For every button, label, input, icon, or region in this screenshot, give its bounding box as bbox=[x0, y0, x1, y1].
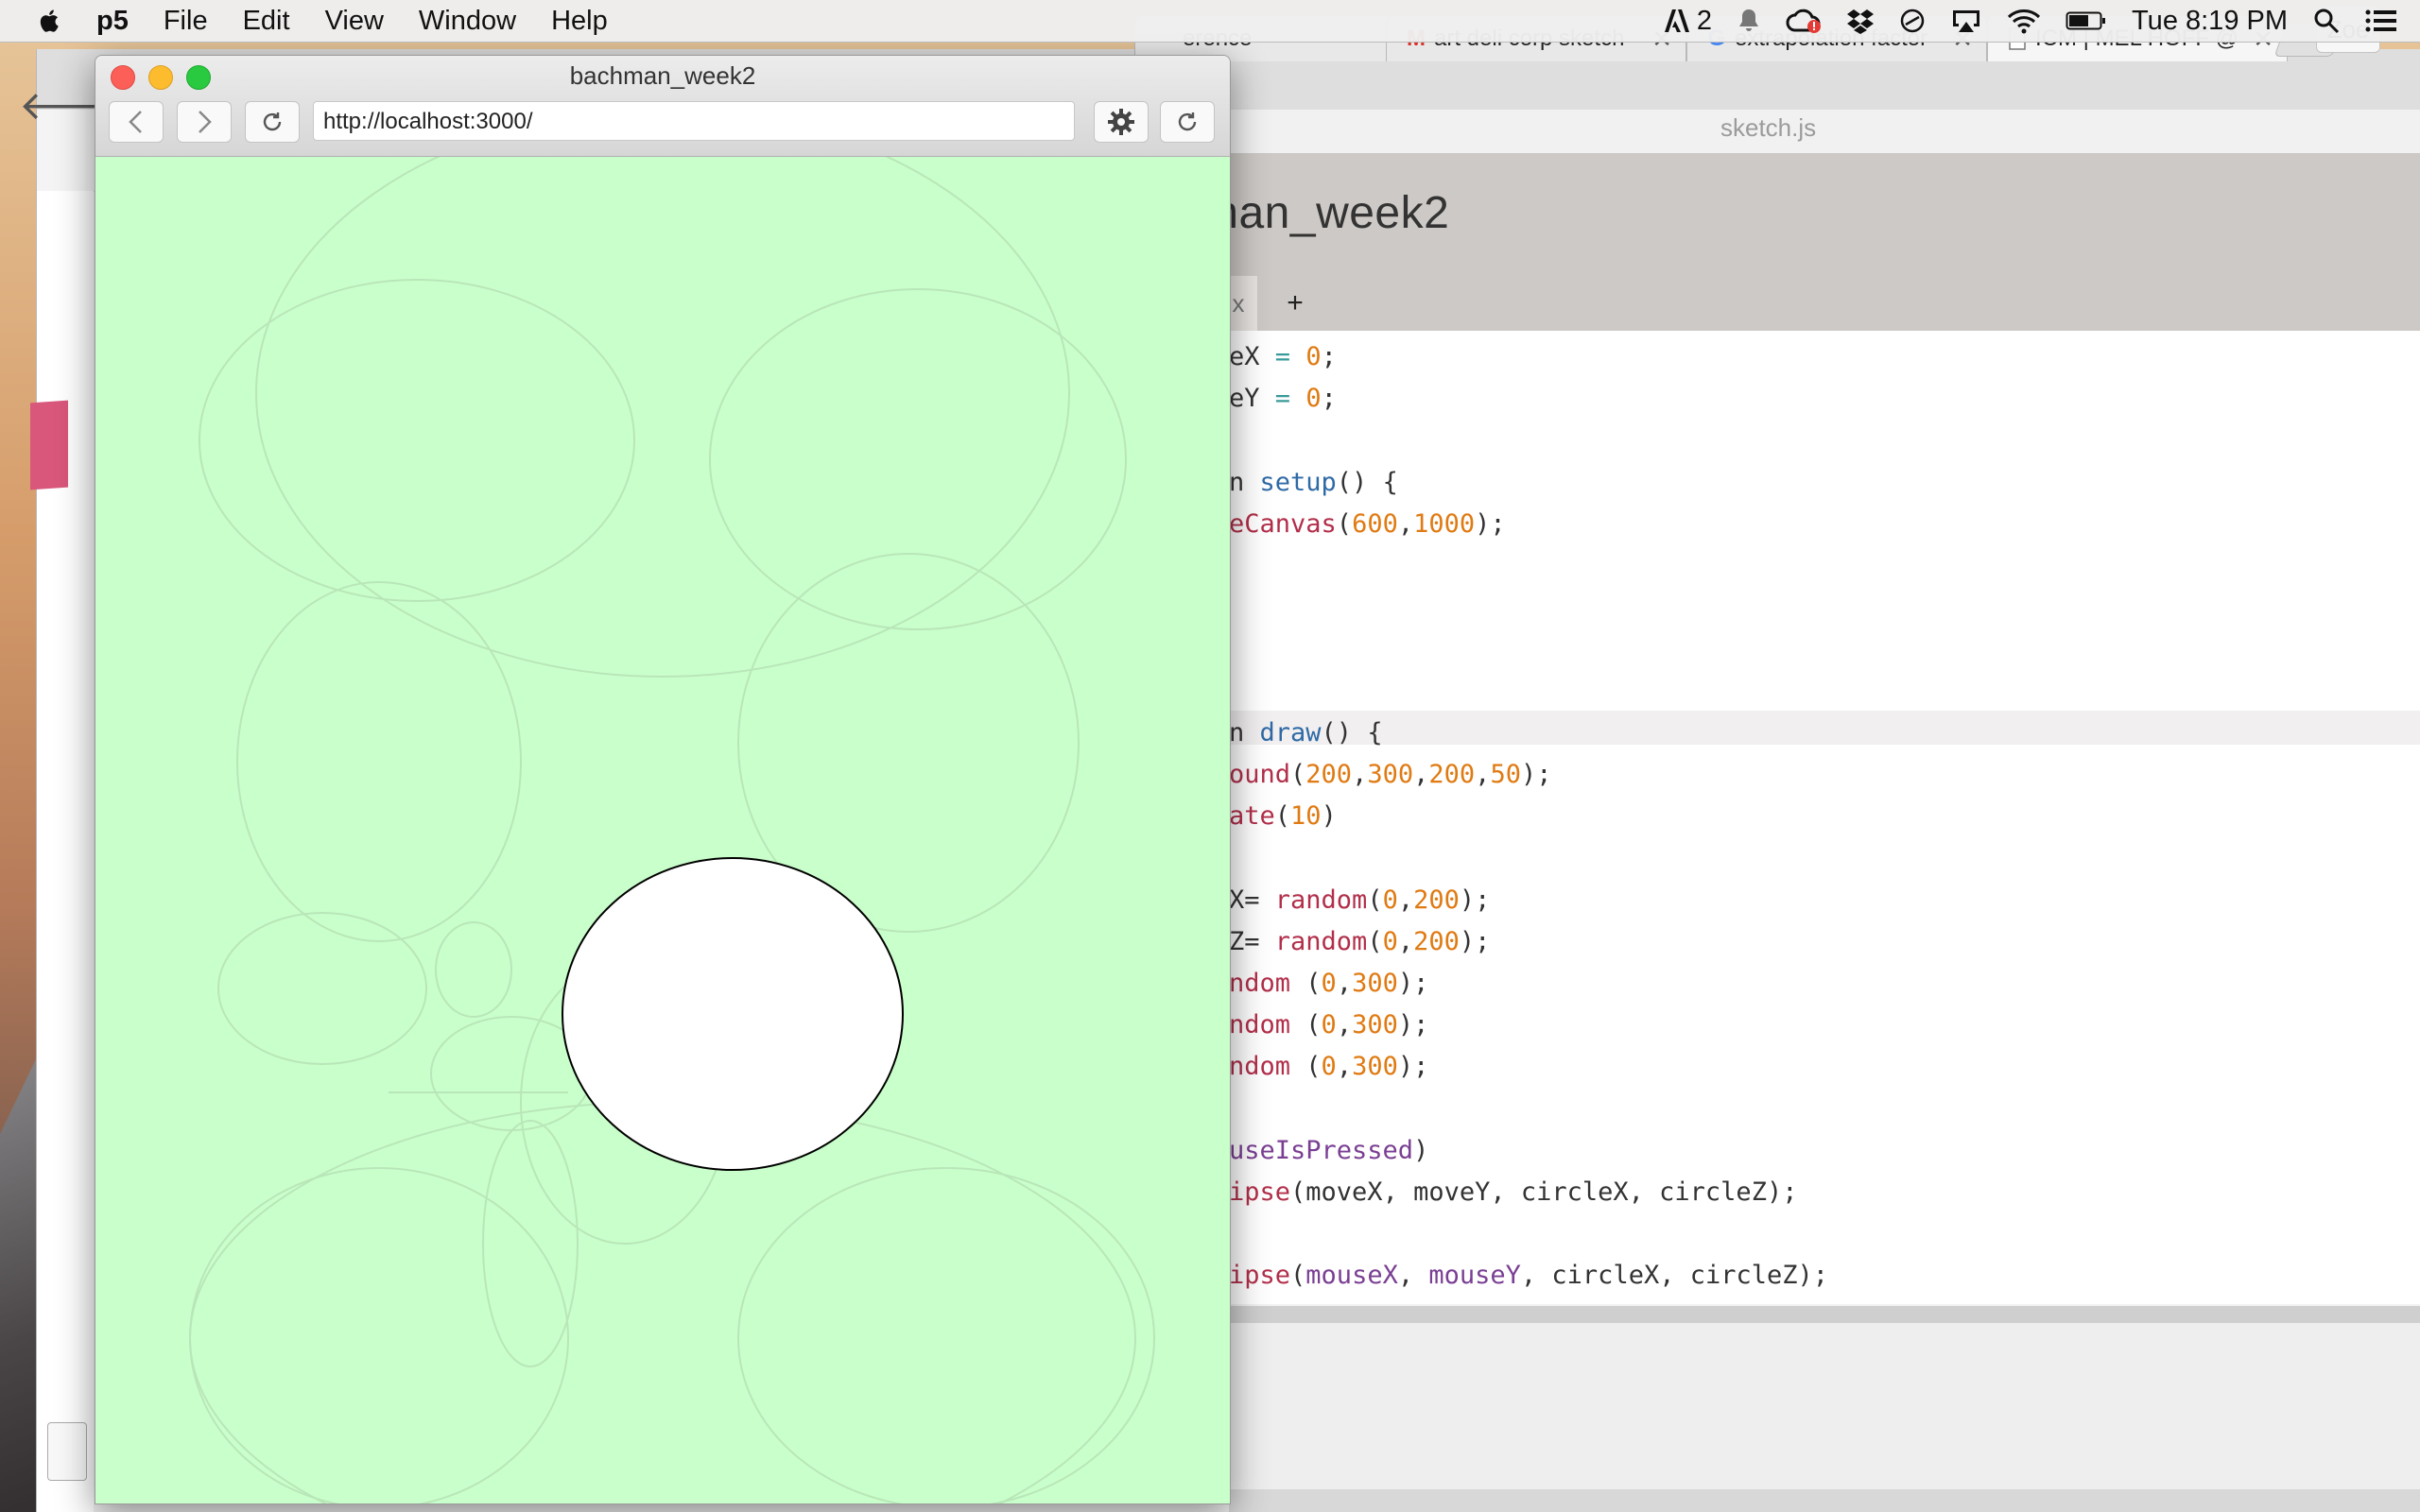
code-line: eY = 0; bbox=[1229, 384, 1337, 414]
wifi-icon[interactable] bbox=[2007, 8, 2041, 34]
sync-icon[interactable] bbox=[1899, 8, 1926, 34]
refresh-button[interactable] bbox=[1160, 101, 1215, 143]
current-line-highlight bbox=[1229, 711, 2420, 745]
chevron-left-icon bbox=[129, 111, 142, 133]
menu-help[interactable]: Help bbox=[551, 6, 608, 37]
back-button[interactable] bbox=[109, 101, 164, 143]
preview-window: bachman_week2 http://localhost:3000/ bbox=[95, 55, 1231, 1504]
editor-scrollbar[interactable] bbox=[1229, 1306, 2420, 1323]
code-line: eCanvas(600,1000); bbox=[1229, 508, 1506, 539]
editor-header bbox=[1229, 153, 2420, 331]
notification-center-icon[interactable] bbox=[2365, 9, 2397, 33]
editor-title-strip bbox=[1229, 110, 2420, 154]
code-line: eX = 0; bbox=[1229, 342, 1337, 371]
menu-app-name[interactable]: p5 bbox=[96, 6, 129, 37]
menu-view[interactable]: View bbox=[325, 6, 384, 37]
editor-filename: sketch.js bbox=[1720, 113, 1817, 142]
adobe-icon bbox=[1664, 9, 1689, 32]
reload-icon bbox=[263, 112, 282, 131]
forward-button[interactable] bbox=[177, 101, 232, 143]
battery-icon[interactable] bbox=[2066, 9, 2107, 32]
code-line: n setup() { bbox=[1229, 467, 1398, 497]
code-line: ndom (0,300); bbox=[1229, 969, 1429, 998]
dropbox-icon[interactable] bbox=[1846, 8, 1875, 34]
spotlight-search-icon[interactable] bbox=[2312, 7, 2341, 35]
menu-bar: p5 File Edit View Window Help 2 Tue 8:19 bbox=[0, 0, 2420, 43]
menubar-clock[interactable]: Tue 8:19 PM bbox=[2132, 6, 2288, 37]
sketch-drawing bbox=[95, 109, 1230, 1503]
code-line: ipse(moveX, moveY, circleX, circleZ); bbox=[1229, 1177, 1798, 1207]
code-line: n draw() { bbox=[1229, 717, 1383, 747]
file-icon[interactable] bbox=[47, 1422, 87, 1481]
code-line: useIsPressed) bbox=[1229, 1135, 1429, 1165]
code-line: ipse(mouseX, mouseY, circleX, circleZ); bbox=[1229, 1261, 1829, 1291]
window-title: bachman_week2 bbox=[569, 61, 756, 90]
code-line: X= random(0,200); bbox=[1229, 885, 1491, 915]
creative-cloud-icon[interactable] bbox=[1786, 8, 1822, 34]
notification-icon[interactable] bbox=[1737, 8, 1761, 34]
status-icons: 2 Tue 8:19 PM bbox=[1663, 0, 2397, 42]
code-line: Z= random(0,200); bbox=[1229, 926, 1491, 956]
code-editor[interactable]: eX = 0; eY = 0; n setup() { eCanvas(600,100… bbox=[1229, 331, 2420, 1304]
code-line: ate(10) bbox=[1229, 801, 1337, 832]
code-line: ound(200,300,200,50); bbox=[1229, 760, 1552, 789]
airplay-icon[interactable] bbox=[1950, 8, 1982, 34]
preview-titlebar: bachman_week2 http://localhost:3000/ bbox=[95, 56, 1230, 157]
adobe-status-item[interactable]: 2 bbox=[1663, 6, 1712, 37]
adobe-count: 2 bbox=[1696, 5, 1713, 36]
menu-window[interactable]: Window bbox=[419, 6, 516, 37]
settings-button[interactable] bbox=[1094, 101, 1149, 143]
sketch-canvas[interactable] bbox=[95, 109, 1230, 1503]
project-title: man_week2 bbox=[1201, 188, 1450, 238]
menu-edit[interactable]: Edit bbox=[243, 6, 290, 37]
gear-icon bbox=[1108, 109, 1134, 135]
refresh-icon bbox=[1178, 112, 1197, 131]
code-line: ndom (0,300); bbox=[1229, 1052, 1429, 1082]
apple-icon[interactable] bbox=[36, 7, 64, 35]
chrome-page-left bbox=[37, 191, 94, 1512]
code-line: ndom (0,300); bbox=[1229, 1010, 1429, 1040]
console-panel bbox=[1229, 1323, 2420, 1489]
console-bottom-bar bbox=[1229, 1489, 2420, 1512]
add-file-button[interactable]: + bbox=[1267, 276, 1323, 331]
reload-button[interactable] bbox=[245, 101, 300, 143]
chevron-right-icon bbox=[199, 111, 212, 133]
sketch-ellipse bbox=[562, 857, 904, 1171]
url-field[interactable]: http://localhost:3000/ bbox=[313, 101, 1075, 141]
menu-file[interactable]: File bbox=[164, 6, 208, 37]
page-pink-shape bbox=[30, 400, 68, 490]
